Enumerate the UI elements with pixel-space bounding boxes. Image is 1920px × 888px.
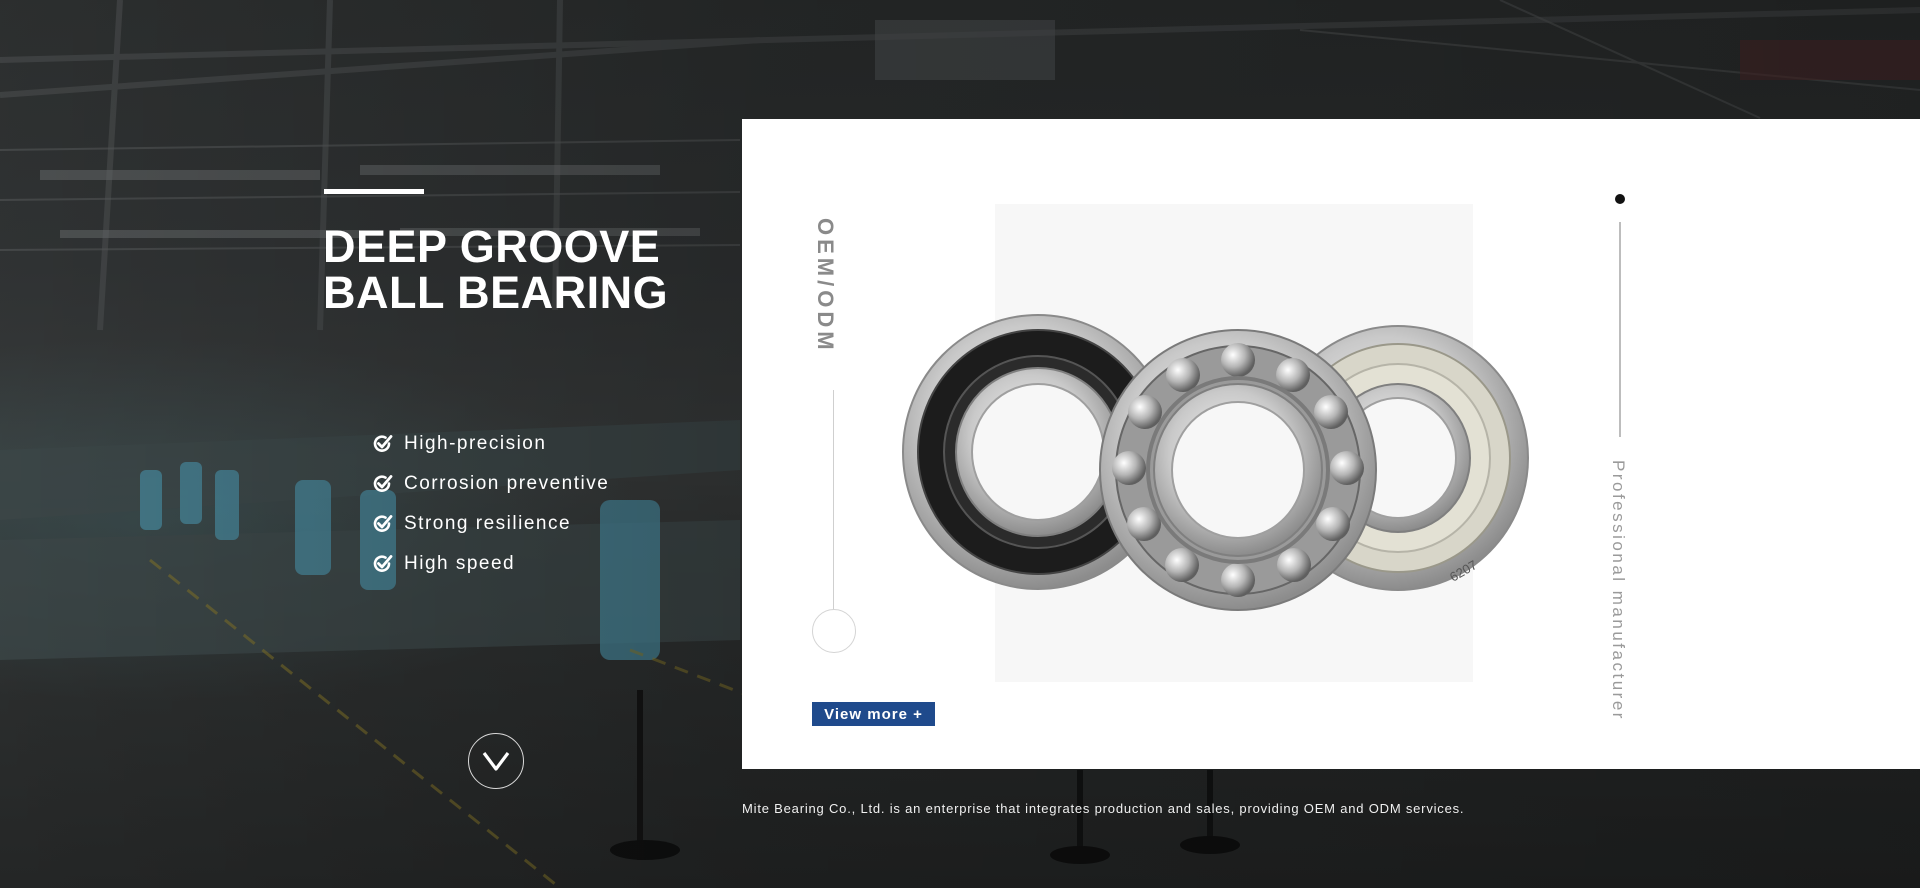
hero-title: DEEP GROOVE BALL BEARING [323, 224, 743, 316]
oem-odm-label: OEM/ODM [813, 218, 838, 354]
hero-title-line-1: DEEP GROOVE [323, 221, 661, 272]
chevron-down-icon [482, 752, 510, 771]
check-circle-icon [373, 435, 393, 452]
check-circle-icon [373, 515, 393, 532]
scroll-down-button[interactable] [468, 733, 524, 789]
feature-item: High-precision [372, 424, 609, 464]
indicator-dot [1615, 194, 1625, 204]
company-description: Mite Bearing Co., Ltd. is an enterprise … [742, 801, 1465, 816]
feature-item: High speed [372, 544, 609, 584]
check-circle-icon [373, 475, 393, 492]
vertical-divider-line [1619, 222, 1621, 437]
feature-label: Corrosion preventive [404, 473, 610, 494]
hero-title-line-2: BALL BEARING [323, 267, 669, 318]
oem-divider-line [833, 390, 834, 610]
professional-manufacturer-label: Professional manufacturer [1609, 460, 1628, 721]
feature-list: High-precision Corrosion preventive Stro… [372, 424, 609, 584]
feature-label: High speed [404, 553, 516, 574]
check-circle-icon [373, 555, 393, 572]
open-ball-bearing [1099, 329, 1377, 611]
view-more-button[interactable]: View more + [812, 702, 935, 726]
oem-circle-decoration [812, 609, 856, 653]
title-accent-bar [324, 189, 424, 194]
ball-bearings-product-image: 6207 [902, 314, 1529, 611]
feature-label: High-precision [404, 433, 547, 454]
feature-item: Corrosion preventive [372, 464, 609, 504]
feature-label: Strong resilience [404, 513, 572, 534]
feature-item: Strong resilience [372, 504, 609, 544]
